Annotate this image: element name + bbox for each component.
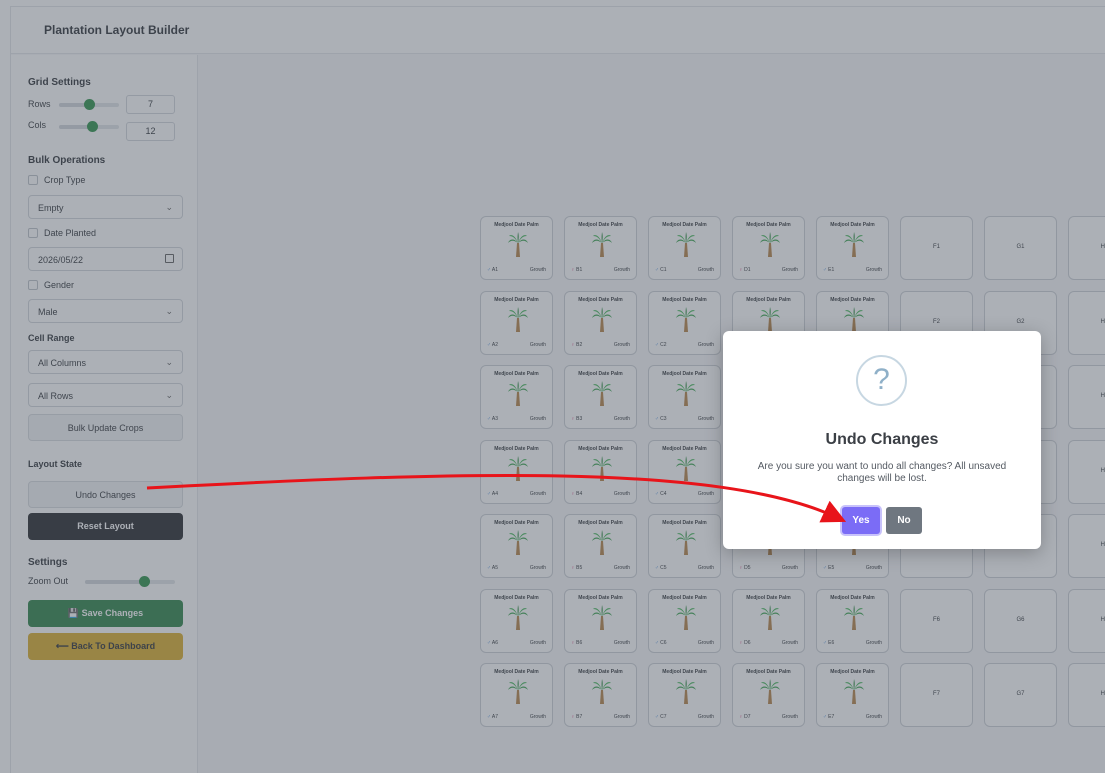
no-button[interactable]: No	[886, 507, 922, 534]
question-icon: ?	[856, 355, 907, 406]
dialog-title: Undo Changes	[825, 431, 939, 448]
undo-confirm-dialog: ? Undo Changes Are you sure you want to …	[723, 331, 1041, 549]
yes-button[interactable]: Yes	[842, 507, 880, 534]
dialog-message: Are you sure you want to undo all change…	[757, 461, 1007, 484]
